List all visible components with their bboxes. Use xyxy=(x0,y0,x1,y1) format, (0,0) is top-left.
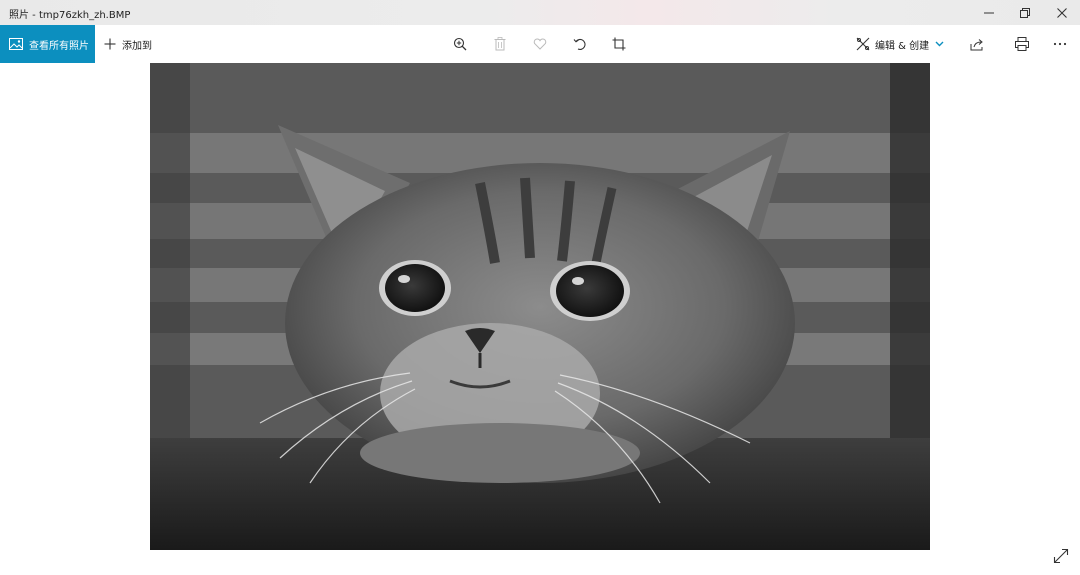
add-to-label: 添加到 xyxy=(122,40,152,52)
edit-create-icon xyxy=(856,37,870,51)
close-icon xyxy=(1057,7,1067,18)
title-bar: 照片 - tmp76zkh_zh.BMP xyxy=(0,0,1080,25)
delete-button[interactable] xyxy=(490,34,510,54)
zoom-in-button[interactable] xyxy=(450,34,470,54)
print-icon xyxy=(1015,37,1029,51)
favorite-button[interactable] xyxy=(530,34,550,54)
toolbar: 查看所有照片 添加到 编辑 & 创建 xyxy=(0,25,1080,63)
fullscreen-button[interactable] xyxy=(1051,546,1071,566)
rotate-icon xyxy=(573,38,586,50)
plus-icon xyxy=(104,38,116,50)
cat-photo xyxy=(150,63,930,550)
photo-viewer-image[interactable] xyxy=(150,63,930,550)
crop-icon xyxy=(612,37,626,51)
edit-create-label: 编辑 & 创建 xyxy=(875,40,930,52)
expand-icon xyxy=(1053,548,1069,564)
view-all-photos-label: 查看所有照片 xyxy=(29,40,89,52)
edit-create-button[interactable]: 编辑 & 创建 xyxy=(856,25,944,63)
add-to-button[interactable]: 添加到 xyxy=(104,25,152,63)
share-icon xyxy=(970,38,983,50)
chevron-down-icon xyxy=(935,41,944,47)
zoom-in-icon xyxy=(453,37,467,51)
share-button[interactable] xyxy=(967,34,987,54)
window-title: 照片 - tmp76zkh_zh.BMP xyxy=(9,10,131,21)
rotate-button[interactable] xyxy=(570,34,590,54)
delete-icon xyxy=(494,37,506,51)
photos-icon xyxy=(9,38,23,50)
restore-button[interactable] xyxy=(1006,0,1044,25)
restore-icon xyxy=(1020,7,1030,18)
print-button[interactable] xyxy=(1012,34,1032,54)
minimize-button[interactable] xyxy=(970,0,1008,25)
close-button[interactable] xyxy=(1043,0,1080,25)
more-icon xyxy=(1053,42,1067,46)
more-button[interactable] xyxy=(1050,34,1070,54)
favorite-icon xyxy=(533,38,547,50)
view-all-photos-button[interactable]: 查看所有照片 xyxy=(0,25,95,63)
minimize-icon xyxy=(984,12,994,13)
crop-button[interactable] xyxy=(609,34,629,54)
